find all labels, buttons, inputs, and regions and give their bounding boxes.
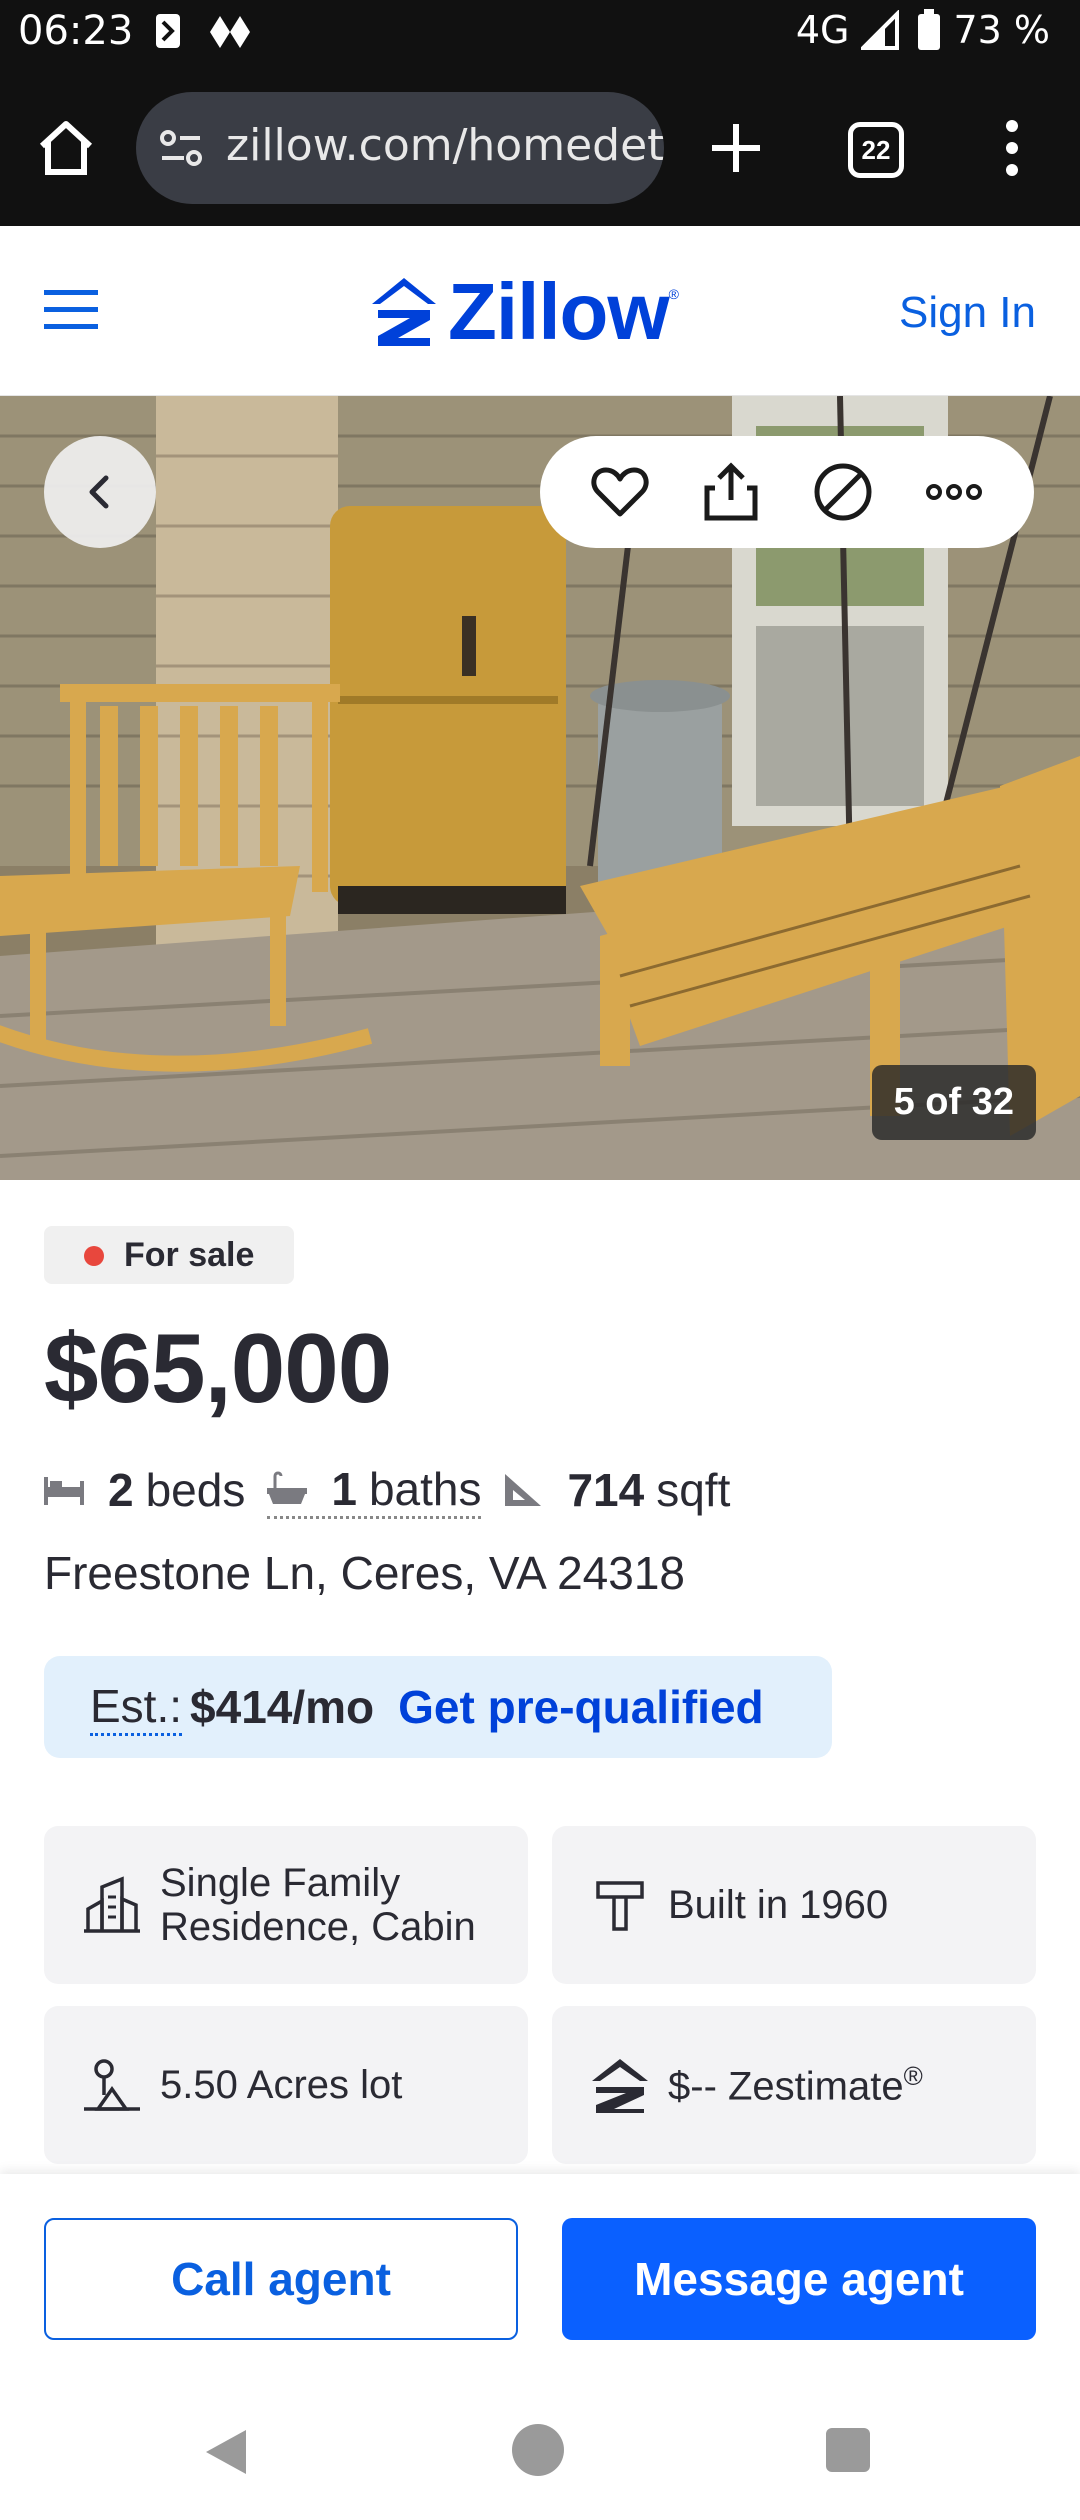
hide-block-icon[interactable] [811,460,875,524]
zillow-wordmark: Zillow [448,267,670,356]
home-type-text: Single Family Residence, Cabin [160,1861,476,1949]
beds-fact: 2 beds [44,1463,245,1517]
sqft-count: 714 [567,1464,645,1516]
system-nav-bar [0,2380,1080,2520]
registered-mark: ® [668,286,679,302]
beds-label: beds [145,1464,246,1516]
zestimate-trademark: ® [903,2060,923,2091]
browser-toolbar: zillow.com/homedetails 22 [0,64,1080,226]
zestimate-value: $-- Zestimate [668,2064,904,2109]
photo-counter: 5 of 32 [871,1065,1036,1140]
nav-home-icon[interactable] [512,2424,564,2476]
lot-size-icon [84,2059,140,2111]
zestimate-icon [592,2059,648,2113]
sqft-fact: 714 sqft [503,1463,730,1517]
listing-facts: 2 beds 1 baths 714 sqft [44,1460,752,1520]
status-dot [84,1246,104,1266]
chevron-left-icon [89,475,109,509]
year-built-tile: Built in 1960 [552,1826,1036,1984]
home-type-line1: Single Family [160,1861,401,1905]
home-type-line2: Residence, Cabin [160,1905,476,1949]
baths-fact[interactable]: 1 baths [267,1462,482,1519]
listing-photo[interactable]: 5 of 32 [0,396,1080,1180]
home-icon[interactable] [34,116,98,180]
signal-icon [861,10,900,50]
status-bar: 06:23 4G 73 % [0,0,1080,64]
tab-count: 22 [861,134,891,165]
zillow-z-icon [372,278,436,346]
network-type: 4G [795,8,850,52]
get-prequalified-link[interactable]: Get pre-qualified [398,1680,763,1734]
message-agent-button[interactable]: Message agent [562,2218,1036,2340]
photo-actions [540,436,1034,548]
baths-label: baths [368,1462,482,1515]
beds-count: 2 [108,1464,134,1516]
lot-size-tile: 5.50 Acres lot [44,2006,528,2164]
heart-icon[interactable] [588,460,652,524]
lot-size-text: 5.50 Acres lot [160,2063,403,2107]
status-time: 06:23 [18,8,134,54]
back-button[interactable] [44,436,156,548]
call-agent-button[interactable]: Call agent [44,2218,518,2340]
zestimate-text: $-- Zestimate® [668,2060,923,2109]
hamburger-menu-icon[interactable] [44,288,98,332]
hammer-icon [596,1881,644,1931]
zestimate-tile[interactable]: $-- Zestimate® [552,2006,1036,2164]
zillow-logo[interactable]: Zillow ® [370,267,679,356]
url-text: zillow.com/homedetails [226,120,664,171]
sqft-label: sqft [656,1464,731,1516]
share-icon[interactable] [699,460,763,524]
bed-icon [44,1477,84,1505]
sign-in-link[interactable]: Sign In [899,288,1036,338]
notification-icon [156,14,180,48]
home-type-tile: Single Family Residence, Cabin [44,1826,528,1984]
building-icon [84,1876,140,1933]
more-vert-icon[interactable] [998,118,1026,178]
battery-percent: 73 % [953,8,1050,52]
listing-address: Freestone Ln, Ceres, VA 24318 [44,1547,685,1599]
year-built-text: Built in 1960 [668,1883,889,1927]
nav-recents-icon[interactable] [826,2428,870,2472]
ruler-triangle-icon [505,1474,542,1506]
listing-price: $65,000 [44,1313,392,1423]
estimate-value: $414/mo [190,1681,375,1733]
status-badge: For sale [44,1226,295,1284]
more-horiz-icon[interactable] [922,460,986,524]
navigation-diamond-icon [210,16,250,48]
estimate-box: Est.: $414/mo Get pre-qualified [44,1656,832,1758]
estimate-label[interactable]: Est.: [90,1679,183,1736]
new-tab-icon[interactable] [706,118,766,178]
tab-switcher-button[interactable]: 22 [848,122,904,178]
battery-icon [918,9,941,50]
address-bar[interactable]: zillow.com/homedetails [136,92,664,204]
site-settings-icon[interactable] [158,126,204,172]
nav-back-icon[interactable] [202,2428,248,2476]
site-header: Zillow ® Sign In [0,226,1080,396]
bathtub-icon [267,1471,308,1504]
status-label: For sale [124,1235,255,1274]
contact-bar: Call agent Message agent [0,2174,1080,2380]
baths-count: 1 [331,1462,357,1515]
